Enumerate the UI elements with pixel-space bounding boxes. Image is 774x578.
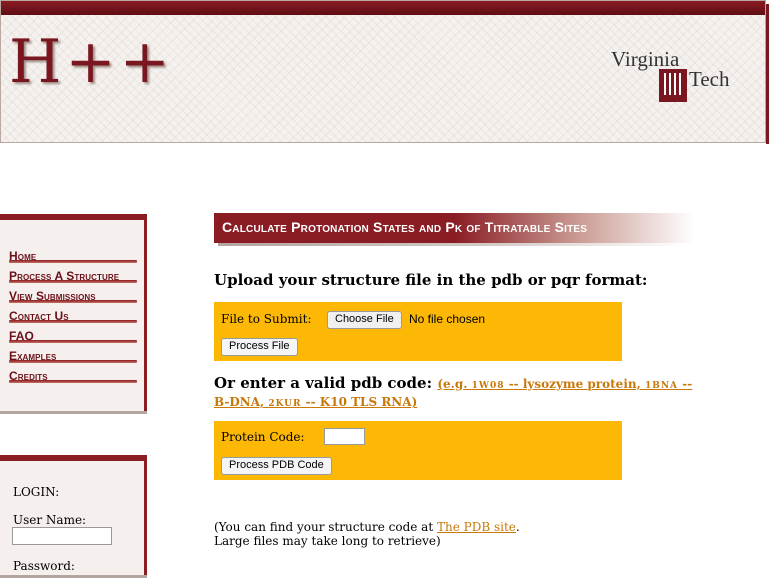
header-shadow: [766, 4, 769, 144]
process-pdb-code-button[interactable]: Process PDB Code: [221, 457, 332, 475]
virginia-tech-logo[interactable]: Virginia Tech: [611, 47, 741, 107]
upload-form: File to Submit: Choose File No file chos…: [214, 302, 622, 361]
example-code-2kur[interactable]: 2KUR: [268, 399, 301, 409]
site-logo[interactable]: H++: [9, 27, 174, 97]
no-file-chosen-text: No file chosen: [409, 312, 486, 326]
nav-item-view-submissions[interactable]: View Submissions: [9, 285, 137, 305]
nav-item-home[interactable]: Home: [9, 245, 137, 265]
process-file-button[interactable]: Process File: [221, 338, 298, 356]
pdb-site-note: (You can find your structure code at The…: [214, 520, 520, 548]
page-title-bar: Calculate Protonation States and Pk of T…: [214, 213, 694, 246]
login-title: LOGIN:: [13, 485, 60, 499]
example-code-1bna[interactable]: 1BNA: [645, 381, 678, 391]
nav-panel: Home Process A Structure View Submission…: [0, 214, 147, 414]
pdb-site-link[interactable]: The PDB site: [437, 520, 516, 534]
header-banner: H++ Virginia Tech: [0, 0, 766, 143]
page-title: Calculate Protonation States and Pk of T…: [222, 219, 588, 235]
header-stripe: [1, 1, 765, 15]
file-to-submit-label: File to Submit:: [221, 312, 312, 326]
password-label: Password:: [13, 559, 75, 573]
pdb-code-heading: Or enter a valid pdb code: (e.g. 1W08 --…: [214, 376, 704, 412]
nav-item-contact-us[interactable]: Contact Us: [9, 305, 137, 325]
nav-item-faq[interactable]: FAQ: [9, 325, 137, 345]
large-files-note: Large files may take long to retrieve): [214, 534, 441, 548]
nav-item-credits[interactable]: Credits: [9, 365, 137, 385]
upload-heading: Upload your structure file in the pdb or…: [214, 271, 648, 289]
choose-file-button[interactable]: Choose File: [327, 311, 402, 329]
vt-seal-icon: [659, 69, 687, 102]
pdb-code-form: Protein Code: Process PDB Code: [214, 421, 622, 480]
protein-code-label: Protein Code:: [221, 430, 305, 444]
nav-item-process-structure[interactable]: Process A Structure: [9, 265, 137, 285]
nav-item-examples[interactable]: Examples: [9, 345, 137, 365]
login-panel: LOGIN: User Name: Password:: [0, 455, 147, 578]
username-label: User Name:: [13, 513, 87, 527]
username-field[interactable]: [12, 527, 112, 545]
pdb-code-heading-text: Or enter a valid pdb code:: [214, 374, 433, 392]
vt-logo-bottom-text: Tech: [689, 67, 730, 91]
example-code-1w08[interactable]: 1W08: [472, 381, 505, 391]
protein-code-input[interactable]: [324, 428, 365, 445]
